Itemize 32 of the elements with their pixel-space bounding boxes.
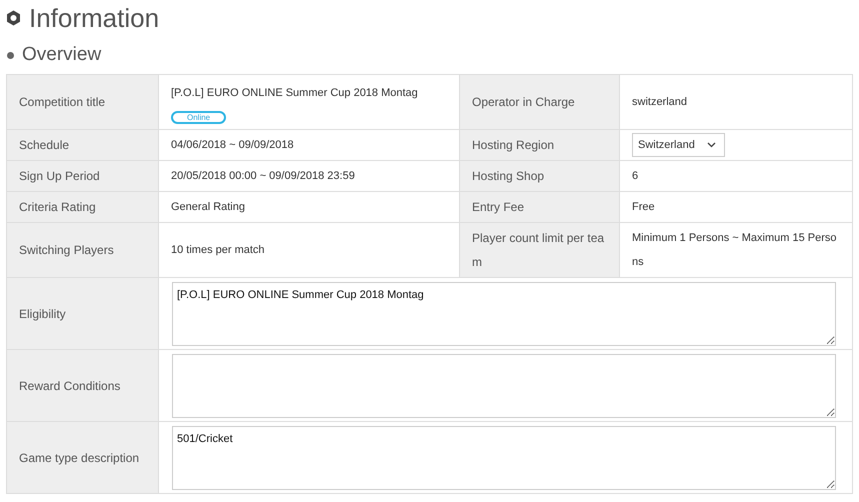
region-dropdown[interactable]: Switzerland (632, 133, 725, 157)
field-value: General Rating (171, 200, 246, 215)
text-area[interactable] (172, 354, 836, 418)
field-value: 6 (632, 169, 640, 184)
field-value: 10 times per match (171, 243, 266, 258)
field-value: 20/05/2018 00:00 ~ 09/09/2018 23:59 (171, 169, 356, 184)
field-label: Criteria Rating (19, 199, 97, 216)
field-value: Free (632, 200, 656, 215)
bullet-icon (7, 52, 14, 58)
field-label: Eligibility (19, 306, 67, 322)
text-area[interactable]: [P.O.L] EURO ONLINE Summer Cup 2018 Montag (172, 282, 836, 346)
competition-title-text: [P.O.L] EURO ONLINE Summer Cup 2018 Montag (171, 86, 419, 100)
chevron-down-icon (706, 142, 716, 148)
field-value: Minimum 1 Persons ~ Maximum 15 Persons (632, 231, 838, 270)
text-area[interactable]: 501/Cricket (172, 426, 836, 490)
field-label: Game type description (19, 450, 140, 466)
field-label: Competition title (19, 94, 106, 111)
field-label: Operator in Charge (472, 94, 576, 111)
page-title: Information (29, 2, 160, 34)
hexagon-icon (6, 10, 21, 26)
field-label: Player count limit per team (472, 230, 606, 271)
field-label: Sign Up Period (19, 168, 101, 185)
field-label: Hosting Region (472, 137, 556, 154)
field-label: Switching Players (19, 242, 115, 259)
field-label: Reward Conditions (19, 378, 122, 394)
field-label: Schedule (19, 137, 70, 154)
field-value: 04/06/2018 ~ 09/09/2018 (171, 138, 295, 153)
section-title: Overview (22, 44, 102, 66)
field-label: Entry Fee (472, 199, 526, 216)
field-value: switzerland (632, 95, 688, 110)
status-badge: Online (171, 110, 226, 124)
field-label: Hosting Shop (472, 168, 546, 185)
